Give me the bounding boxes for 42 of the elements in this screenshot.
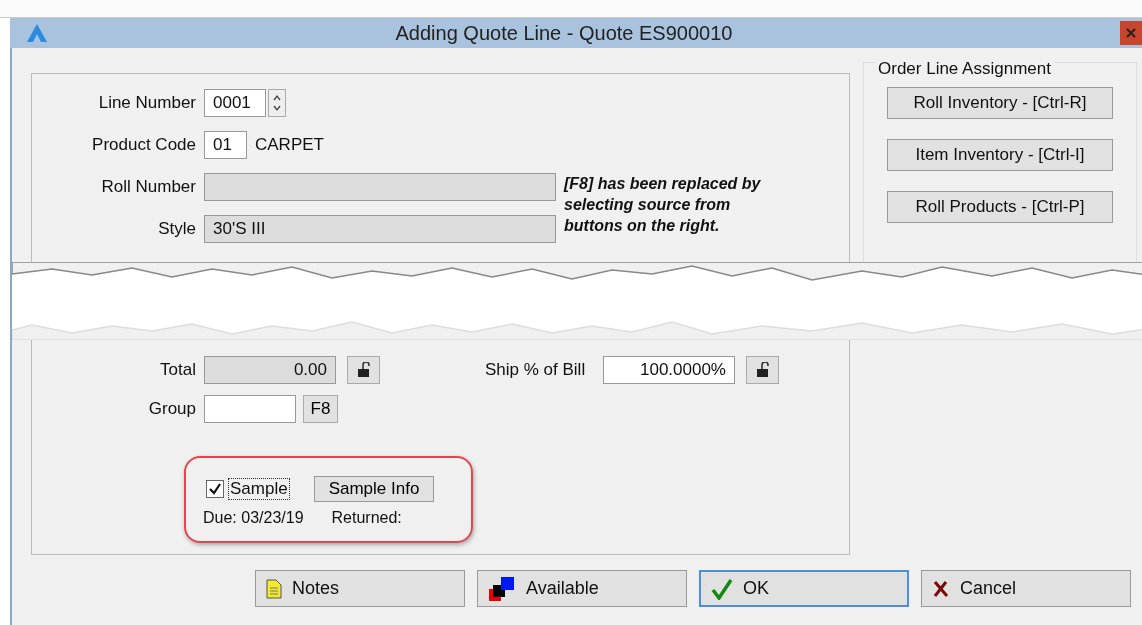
field-label: Total [159, 360, 196, 380]
due-date-text: Due: 03/23/19 [203, 509, 304, 527]
assignment-button[interactable]: Item Inventory - [Ctrl-I] [887, 139, 1113, 171]
field-label: Ship % of Bill [485, 360, 587, 380]
readonly-field: 30'S III [204, 215, 556, 243]
squares-icon [488, 575, 516, 602]
padlock-icon [356, 362, 371, 378]
group-field[interactable] [204, 395, 296, 423]
assignment-button[interactable]: Roll Products - [Ctrl-P] [887, 191, 1113, 223]
logo-icon [26, 23, 48, 43]
x-mark-icon [932, 579, 950, 598]
sample-info-button[interactable]: Sample Info [313, 476, 435, 502]
spinner-control[interactable] [268, 89, 286, 117]
notes-button[interactable]: Notes [255, 570, 465, 607]
close-button[interactable] [1120, 21, 1142, 45]
window-title: Adding Quote Line - Quote ES900010 [394, 21, 734, 45]
note-icon [266, 578, 282, 599]
available-button[interactable]: Available [477, 570, 687, 607]
lock-button[interactable] [347, 356, 380, 384]
product-description: CARPET [255, 135, 324, 155]
lookup-button[interactable]: F8 [303, 395, 338, 423]
line-number-field[interactable]: 0001 [204, 89, 266, 117]
group-title: Order Line Assignment [874, 59, 1055, 79]
ship-percent-field[interactable]: 100.0000% [603, 356, 735, 384]
field-label: Product Code [91, 135, 196, 155]
checkbox-label[interactable]: Sample [228, 478, 290, 500]
checkmark-icon [711, 577, 733, 600]
info-note: [F8] has been replaced by selecting source from buttons on the right. [564, 174, 762, 236]
product-code-field[interactable]: 01 [204, 131, 247, 159]
ok-button[interactable]: OK [699, 570, 909, 607]
close-icon [1126, 28, 1136, 38]
field-label: Style [157, 219, 196, 239]
sample-checkbox[interactable] [206, 480, 224, 498]
cancel-button[interactable]: Cancel [921, 570, 1131, 607]
lock-button[interactable] [746, 356, 779, 384]
field-label: Line Number [97, 93, 196, 113]
assignment-button[interactable]: Roll Inventory - [Ctrl-R] [887, 87, 1113, 119]
returned-text: Returned: [331, 509, 402, 527]
field-label: Group [147, 399, 196, 419]
padlock-icon [755, 362, 770, 378]
field-label: Roll Number [100, 177, 196, 197]
total-field: 0.00 [204, 356, 336, 384]
